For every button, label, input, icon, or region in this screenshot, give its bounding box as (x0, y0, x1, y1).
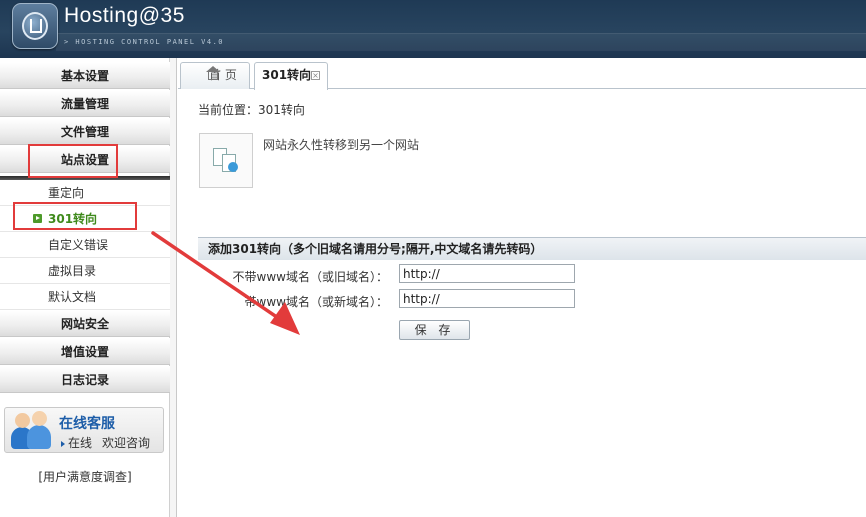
new-domain-input[interactable] (399, 289, 575, 308)
app-header: Hosting@35 > HOSTING CONTROL PANEL V4.0 (0, 0, 866, 58)
breadcrumb: 当前位置：301转向 (198, 103, 305, 117)
support-agents-icon (11, 411, 55, 455)
satisfaction-survey-link[interactable]: [用户满意度调查] (0, 468, 170, 485)
main-content: 首 页 301转向 × 当前位置：301转向 网站永久性转移到另一个网站 添加3… (178, 58, 866, 517)
old-domain-label: 不带www域名（或旧域名）： (232, 270, 388, 284)
online-support-widget[interactable]: 在线客服 在线 欢迎咨询 (4, 407, 164, 453)
logo-globe-icon (22, 12, 48, 40)
sidebar-panel: 基本设置 流量管理 文件管理 站点设置 重定向 301转向 自定义错误 虚拟目录… (0, 58, 170, 517)
menu-value-added[interactable]: 增值设置 (0, 338, 170, 365)
menu-logs[interactable]: 日志记录 (0, 366, 170, 393)
tab-301-redirect[interactable]: 301转向 × (254, 62, 328, 90)
close-icon[interactable]: × (311, 71, 320, 80)
home-icon (206, 66, 220, 80)
menu-basic-settings[interactable]: 基本设置 (0, 62, 170, 89)
sidebar: 基本设置 流量管理 文件管理 站点设置 重定向 301转向 自定义错误 虚拟目录… (0, 58, 177, 517)
support-status-text: 在线 (68, 436, 93, 450)
save-button[interactable]: 保 存 (399, 320, 470, 340)
tab-301-label: 301转向 (262, 68, 312, 82)
app-subtitle: > HOSTING CONTROL PANEL V4.0 (64, 38, 225, 46)
new-domain-row: 带www域名（或新域名）： (198, 287, 866, 313)
menu-file-management[interactable]: 文件管理 (0, 118, 170, 145)
tab-home[interactable]: 首 页 (180, 62, 250, 89)
tab-bar: 首 页 301转向 × (178, 58, 866, 90)
old-domain-input[interactable] (399, 264, 575, 283)
sidebar-item-custom-errors[interactable]: 自定义错误 (0, 232, 170, 258)
highlight-301-redirect (13, 202, 137, 230)
redirect-feature-icon (199, 133, 253, 188)
app-title: Hosting@35 (64, 4, 185, 27)
new-domain-label: 带www域名（或新域名）： (244, 295, 388, 309)
logo-mark (30, 19, 42, 33)
sidebar-item-default-document[interactable]: 默认文档 (0, 284, 170, 310)
sidebar-item-virtual-directory[interactable]: 虚拟目录 (0, 258, 170, 284)
menu-site-security[interactable]: 网站安全 (0, 310, 170, 337)
support-status: 在线 欢迎咨询 (61, 434, 150, 451)
triangle-right-icon (61, 441, 65, 447)
form-title: 添加301转向（多个旧域名请用分号;隔开,中文域名请先转码） (198, 237, 866, 260)
support-action-link[interactable]: 欢迎咨询 (102, 436, 150, 450)
old-domain-row: 不带www域名（或旧域名）： (198, 262, 866, 288)
page-description: 网站永久性转移到另一个网站 (263, 138, 420, 152)
app-logo (12, 3, 58, 49)
highlight-site-settings (28, 144, 118, 178)
support-title: 在线客服 (59, 416, 115, 432)
menu-traffic-management[interactable]: 流量管理 (0, 90, 170, 117)
